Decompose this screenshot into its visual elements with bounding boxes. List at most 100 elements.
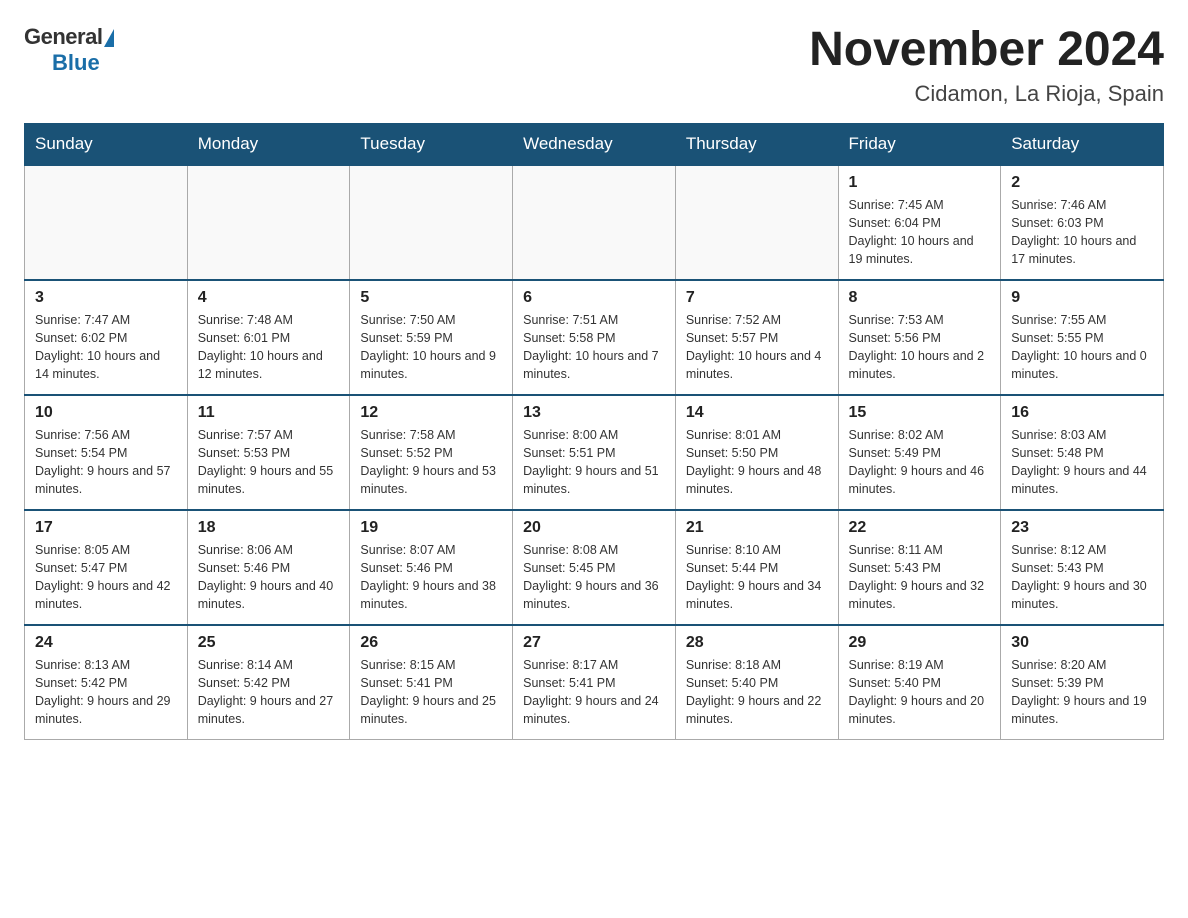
day-info: Sunrise: 8:11 AMSunset: 5:43 PMDaylight:… (849, 541, 991, 614)
day-info: Sunrise: 7:56 AMSunset: 5:54 PMDaylight:… (35, 426, 177, 499)
calendar-cell: 12 Sunrise: 7:58 AMSunset: 5:52 PMDayligh… (350, 395, 513, 510)
calendar-cell: 8 Sunrise: 7:53 AMSunset: 5:56 PMDaylight… (838, 280, 1001, 395)
day-number: 13 (523, 404, 665, 422)
calendar-cell (675, 165, 838, 280)
calendar-cell: 4 Sunrise: 7:48 AMSunset: 6:01 PMDaylight… (187, 280, 350, 395)
calendar-cell: 17Sunrise: 8:05 AMSunset: 5:47 PMDayligh… (25, 510, 188, 625)
calendar-table: SundayMondayTuesdayWednesdayThursdayFrid… (24, 123, 1164, 741)
calendar-cell: 21Sunrise: 8:10 AMSunset: 5:44 PMDayligh… (675, 510, 838, 625)
column-header-saturday: Saturday (1001, 123, 1164, 165)
day-number: 19 (360, 519, 502, 537)
column-header-wednesday: Wednesday (513, 123, 676, 165)
day-info: Sunrise: 7:52 AMSunset: 5:57 PMDaylight:… (686, 311, 828, 384)
logo-text-blue: Blue (52, 50, 100, 76)
calendar-cell: 24 Sunrise: 8:13 AMSunset: 5:42 PMDayligh… (25, 625, 188, 740)
day-number: 6 (523, 289, 665, 307)
day-number: 24 (35, 634, 177, 652)
calendar-cell: 5 Sunrise: 7:50 AMSunset: 5:59 PMDaylight… (350, 280, 513, 395)
day-info: Sunrise: 8:18 AMSunset: 5:40 PMDaylight:… (686, 656, 828, 729)
day-number: 25 (198, 634, 340, 652)
day-info: Sunrise: 7:47 AMSunset: 6:02 PMDaylight:… (35, 311, 177, 384)
day-info: Sunrise: 8:14 AMSunset: 5:42 PMDaylight:… (198, 656, 340, 729)
calendar-cell: 22 Sunrise: 8:11 AMSunset: 5:43 PMDayligh… (838, 510, 1001, 625)
calendar-cell (513, 165, 676, 280)
day-info: Sunrise: 8:01 AMSunset: 5:50 PMDaylight:… (686, 426, 828, 499)
calendar-cell: 28Sunrise: 8:18 AMSunset: 5:40 PMDayligh… (675, 625, 838, 740)
column-header-tuesday: Tuesday (350, 123, 513, 165)
calendar-cell (350, 165, 513, 280)
day-info: Sunrise: 8:15 AMSunset: 5:41 PMDaylight:… (360, 656, 502, 729)
week-row-2: 3 Sunrise: 7:47 AMSunset: 6:02 PMDaylight… (25, 280, 1164, 395)
week-row-1: 1 Sunrise: 7:45 AMSunset: 6:04 PMDaylight… (25, 165, 1164, 280)
calendar-subtitle: Cidamon, La Rioja, Spain (809, 81, 1164, 107)
calendar-cell: 27 Sunrise: 8:17 AMSunset: 5:41 PMDayligh… (513, 625, 676, 740)
calendar-cell: 13 Sunrise: 8:00 AMSunset: 5:51 PMDayligh… (513, 395, 676, 510)
day-number: 22 (849, 519, 991, 537)
day-number: 4 (198, 289, 340, 307)
calendar-cell: 2Sunrise: 7:46 AMSunset: 6:03 PMDaylight… (1001, 165, 1164, 280)
calendar-cell: 23Sunrise: 8:12 AMSunset: 5:43 PMDayligh… (1001, 510, 1164, 625)
day-number: 23 (1011, 519, 1153, 537)
day-info: Sunrise: 8:20 AMSunset: 5:39 PMDaylight:… (1011, 656, 1153, 729)
column-header-friday: Friday (838, 123, 1001, 165)
day-info: Sunrise: 7:58 AMSunset: 5:52 PMDaylight:… (360, 426, 502, 499)
day-info: Sunrise: 8:08 AMSunset: 5:45 PMDaylight:… (523, 541, 665, 614)
week-row-3: 10Sunrise: 7:56 AMSunset: 5:54 PMDayligh… (25, 395, 1164, 510)
day-number: 8 (849, 289, 991, 307)
calendar-cell: 18 Sunrise: 8:06 AMSunset: 5:46 PMDayligh… (187, 510, 350, 625)
calendar-cell: 14 Sunrise: 8:01 AMSunset: 5:50 PMDayligh… (675, 395, 838, 510)
day-info: Sunrise: 7:57 AMSunset: 5:53 PMDaylight:… (198, 426, 340, 499)
day-info: Sunrise: 8:07 AMSunset: 5:46 PMDaylight:… (360, 541, 502, 614)
logo-text-general: General (24, 24, 102, 50)
day-info: Sunrise: 7:51 AMSunset: 5:58 PMDaylight:… (523, 311, 665, 384)
day-number: 12 (360, 404, 502, 422)
day-number: 7 (686, 289, 828, 307)
day-number: 15 (849, 404, 991, 422)
calendar-cell: 6 Sunrise: 7:51 AMSunset: 5:58 PMDaylight… (513, 280, 676, 395)
title-section: November 2024 Cidamon, La Rioja, Spain (809, 24, 1164, 107)
day-number: 2 (1011, 174, 1153, 192)
calendar-cell: 3 Sunrise: 7:47 AMSunset: 6:02 PMDaylight… (25, 280, 188, 395)
calendar-cell: 16Sunrise: 8:03 AMSunset: 5:48 PMDayligh… (1001, 395, 1164, 510)
calendar-cell: 1 Sunrise: 7:45 AMSunset: 6:04 PMDaylight… (838, 165, 1001, 280)
calendar-cell: 20 Sunrise: 8:08 AMSunset: 5:45 PMDayligh… (513, 510, 676, 625)
day-info: Sunrise: 8:02 AMSunset: 5:49 PMDaylight:… (849, 426, 991, 499)
day-info: Sunrise: 8:17 AMSunset: 5:41 PMDaylight:… (523, 656, 665, 729)
day-number: 14 (686, 404, 828, 422)
day-number: 20 (523, 519, 665, 537)
day-number: 26 (360, 634, 502, 652)
day-info: Sunrise: 7:53 AMSunset: 5:56 PMDaylight:… (849, 311, 991, 384)
day-info: Sunrise: 8:00 AMSunset: 5:51 PMDaylight:… (523, 426, 665, 499)
calendar-cell: 29Sunrise: 8:19 AMSunset: 5:40 PMDayligh… (838, 625, 1001, 740)
column-header-thursday: Thursday (675, 123, 838, 165)
calendar-cell: 9 Sunrise: 7:55 AMSunset: 5:55 PMDaylight… (1001, 280, 1164, 395)
day-info: Sunrise: 8:03 AMSunset: 5:48 PMDaylight:… (1011, 426, 1153, 499)
day-info: Sunrise: 7:55 AMSunset: 5:55 PMDaylight:… (1011, 311, 1153, 384)
calendar-header-row: SundayMondayTuesdayWednesdayThursdayFrid… (25, 123, 1164, 165)
day-info: Sunrise: 8:06 AMSunset: 5:46 PMDaylight:… (198, 541, 340, 614)
day-info: Sunrise: 7:48 AMSunset: 6:01 PMDaylight:… (198, 311, 340, 384)
day-number: 18 (198, 519, 340, 537)
day-number: 30 (1011, 634, 1153, 652)
calendar-cell (187, 165, 350, 280)
calendar-cell: 15 Sunrise: 8:02 AMSunset: 5:49 PMDayligh… (838, 395, 1001, 510)
calendar-cell: 19 Sunrise: 8:07 AMSunset: 5:46 PMDayligh… (350, 510, 513, 625)
day-info: Sunrise: 8:13 AMSunset: 5:42 PMDaylight:… (35, 656, 177, 729)
calendar-cell (25, 165, 188, 280)
week-row-4: 17Sunrise: 8:05 AMSunset: 5:47 PMDayligh… (25, 510, 1164, 625)
logo: General Blue (24, 24, 114, 76)
day-number: 5 (360, 289, 502, 307)
day-number: 11 (198, 404, 340, 422)
day-number: 21 (686, 519, 828, 537)
day-info: Sunrise: 7:50 AMSunset: 5:59 PMDaylight:… (360, 311, 502, 384)
day-number: 9 (1011, 289, 1153, 307)
day-info: Sunrise: 7:45 AMSunset: 6:04 PMDaylight:… (849, 196, 991, 269)
day-number: 1 (849, 174, 991, 192)
calendar-cell: 26 Sunrise: 8:15 AMSunset: 5:41 PMDayligh… (350, 625, 513, 740)
calendar-cell: 30 Sunrise: 8:20 AMSunset: 5:39 PMDayligh… (1001, 625, 1164, 740)
day-number: 27 (523, 634, 665, 652)
day-number: 3 (35, 289, 177, 307)
column-header-monday: Monday (187, 123, 350, 165)
column-header-sunday: Sunday (25, 123, 188, 165)
calendar-title: November 2024 (809, 24, 1164, 77)
